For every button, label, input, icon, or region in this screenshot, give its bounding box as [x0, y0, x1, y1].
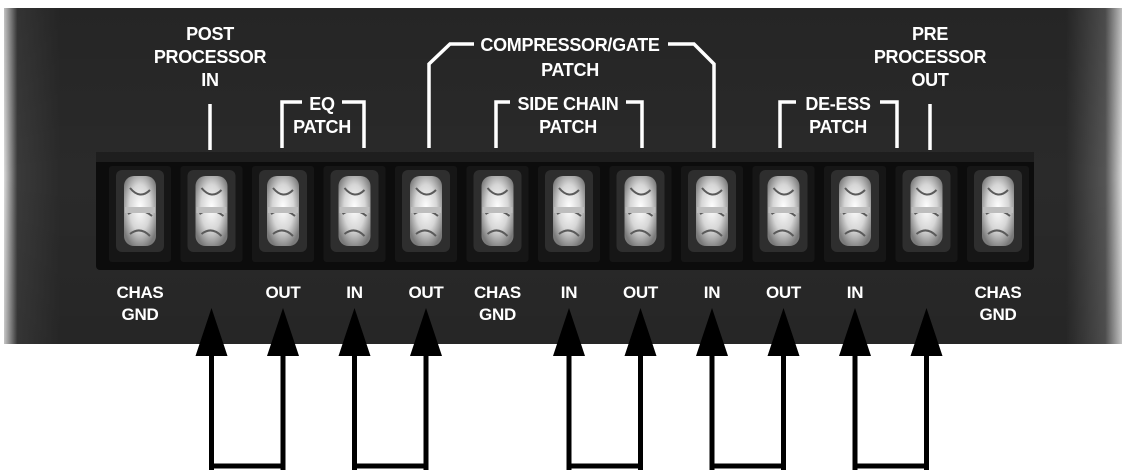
- compressor-gate-patch-line-2: PATCH: [541, 60, 599, 80]
- screw-slot: [125, 207, 155, 213]
- screw-slot: [911, 207, 942, 213]
- terminal-4: [323, 166, 386, 262]
- eq-patch-line-1: EQ: [309, 94, 335, 114]
- terminal-10-label: OUT: [766, 283, 802, 302]
- side-chain-patch-line-1: SIDE CHAIN: [517, 94, 618, 114]
- post-processor-in-line-2: PROCESSOR: [154, 47, 267, 67]
- terminal-1-label: GND: [122, 305, 159, 324]
- jumper-loop-5: [852, 362, 929, 469]
- terminal-strip: [96, 152, 1034, 270]
- screw-slot: [768, 207, 799, 213]
- de-ess-patch-line-1: DE-ESS: [805, 94, 871, 114]
- screw-slot: [196, 207, 227, 213]
- screw-slot: [339, 207, 370, 213]
- terminal-4-label: IN: [346, 283, 362, 302]
- terminal-7-label: IN: [561, 283, 577, 302]
- side-chain-patch-line-2: PATCH: [539, 117, 597, 137]
- terminal-6-label: CHAS: [474, 283, 521, 302]
- screw-slot: [554, 207, 584, 213]
- jumper-loop-3: [566, 362, 643, 469]
- terminal-8: [609, 166, 672, 262]
- terminal-11-label: IN: [847, 283, 863, 302]
- terminal-5-label: OUT: [409, 283, 445, 302]
- pre-processor-out-line-2: PROCESSOR: [874, 47, 987, 67]
- screw-slot: [625, 207, 656, 213]
- pre-processor-out-line-1: PRE: [912, 24, 948, 44]
- terminal-13-label: GND: [980, 305, 1017, 324]
- post-processor-in-line-1: POST: [186, 24, 234, 44]
- screw-slot: [268, 207, 298, 213]
- jumper-loop-4: [709, 362, 786, 469]
- screw-slot: [697, 207, 727, 213]
- terminal-13-label: CHAS: [975, 283, 1022, 302]
- terminal-1-label: CHAS: [117, 283, 164, 302]
- terminal-5: [395, 166, 457, 262]
- terminal-9: [681, 166, 743, 262]
- terminal-12: [895, 166, 958, 262]
- screw-slot: [482, 207, 513, 213]
- terminal-3: [252, 166, 314, 262]
- jumper-loop-2: [352, 362, 429, 469]
- terminal-11: [824, 166, 886, 262]
- screw-slot: [983, 207, 1013, 213]
- terminal-3-label: OUT: [266, 283, 302, 302]
- terminal-6-label: GND: [479, 305, 516, 324]
- compressor-gate-patch-line-1: COMPRESSOR/GATE: [480, 35, 659, 55]
- screw-slot: [411, 207, 441, 213]
- terminal-8-label: OUT: [623, 283, 659, 302]
- terminal-7: [538, 166, 600, 262]
- terminal-6: [466, 166, 529, 262]
- pre-processor-out-line-3: OUT: [911, 70, 948, 90]
- terminal-panel-diagram: POST PROCESSOR IN EQ PATCH COMPRESSOR/GA…: [4, 8, 1122, 470]
- terminal-10: [752, 166, 815, 262]
- terminal-2: [180, 166, 243, 262]
- terminal-strip-top-edge: [96, 152, 1034, 162]
- de-ess-patch-line-2: PATCH: [809, 117, 867, 137]
- jumper-loop-1: [209, 362, 286, 469]
- eq-patch-line-2: PATCH: [293, 117, 351, 137]
- terminal-1: [109, 166, 171, 262]
- post-processor-in-line-3: IN: [201, 70, 218, 90]
- terminal-13: [967, 166, 1029, 262]
- terminal-9-label: IN: [704, 283, 720, 302]
- screw-slot: [840, 207, 870, 213]
